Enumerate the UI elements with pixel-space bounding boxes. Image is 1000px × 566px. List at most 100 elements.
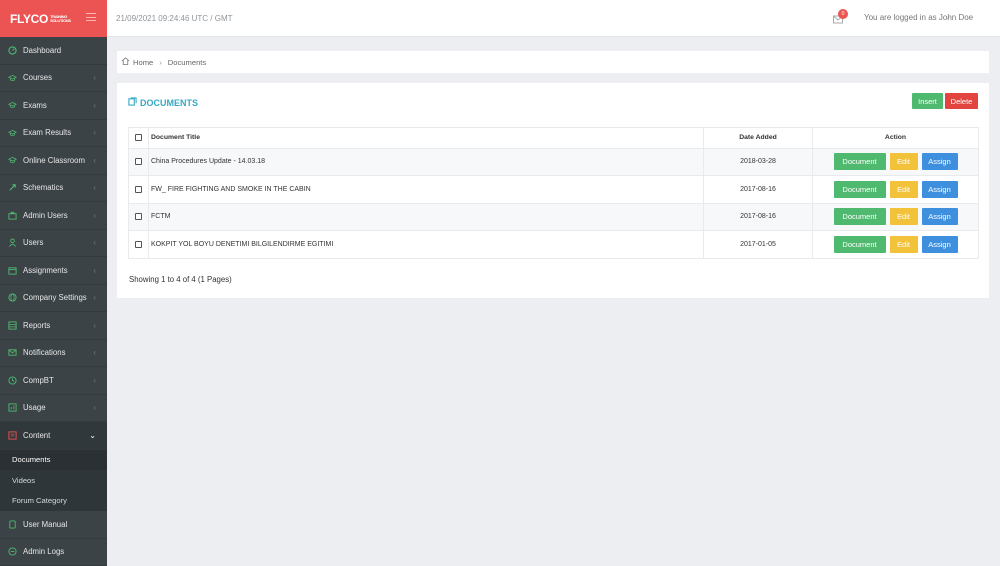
sidebar-item-user-manual[interactable]: User Manual [0,511,107,539]
sidebar-menu: Dashboard Courses ‹ Exams ‹ Exam Results… [0,37,107,450]
graduation-cap-icon [8,128,17,137]
row-checkbox-cell [128,175,149,204]
topbar: 21/09/2021 09:24:46 UTC / GMT 0 You are … [107,0,1000,37]
action-cell: Document Edit Assign [812,147,979,176]
dashboard-icon [8,46,17,55]
sidebar-item-admin-users[interactable]: Admin Users ‹ [0,202,107,230]
sidebar-item-online-classroom[interactable]: Online Classroom ‹ [0,147,107,175]
sidebar-item-admin-logs[interactable]: Admin Logs [0,539,107,566]
column-header-action: Action [812,127,979,149]
submenu-item-forum-category[interactable]: Forum Category [0,491,107,512]
document-title-cell: FCTM [148,202,704,231]
sidebar-item-label: Exam Results [23,128,72,138]
sidebar-item-label: Admin Users [23,210,68,220]
table-header-row: Document Title Date Added Action [128,127,979,149]
action-cell: Document Edit Assign [812,175,979,204]
user-menu-label[interactable]: You are logged in as John Doe [864,13,973,22]
sidebar-item-exam-results[interactable]: Exam Results ‹ [0,120,107,147]
date-added-cell: 2018-03-28 [703,147,813,176]
brand-sub-line2: SOLUTIONS [50,17,71,23]
sidebar-item-label: Assignments [23,265,68,275]
hamburger-menu-icon[interactable] [86,13,96,21]
chevron-left-icon: ‹ [93,265,96,275]
sidebar-menu-bottom: User Manual Admin Logs [0,511,107,566]
document-button[interactable]: Document [833,180,886,198]
edit-button[interactable]: Edit [889,235,918,253]
document-title-cell: KOKPIT YOL BOYU DENETIMI BILGILENDIRME E… [148,230,704,259]
sidebar-item-label: Company Settings [23,293,87,303]
assign-button[interactable]: Assign [921,235,958,253]
assign-button[interactable]: Assign [921,180,958,198]
delete-button[interactable]: Delete [945,93,978,109]
row-checkbox-cell [128,147,149,176]
chevron-down-icon: ⌄ [89,430,96,440]
chevron-left-icon: ‹ [93,128,96,138]
content-submenu: Documents Videos Forum Category [0,449,107,512]
chevron-left-icon: ‹ [93,155,96,165]
date-added-cell: 2017-08-16 [703,175,813,204]
chevron-left-icon: ‹ [93,210,96,220]
row-checkbox[interactable] [135,240,142,248]
action-cell: Document Edit Assign [812,202,979,231]
sidebar-item-label: CompBT [23,375,54,385]
edit-button[interactable]: Edit [889,208,918,226]
assign-button[interactable]: Assign [921,153,958,171]
insert-button[interactable]: Insert [912,93,943,109]
chevron-down-icon[interactable]: ⌄ [945,13,951,21]
sidebar-item-company-settings[interactable]: Company Settings ‹ [0,285,107,312]
edit-button[interactable]: Edit [889,180,918,198]
edit-button[interactable]: Edit [889,153,918,171]
row-checkbox-cell [128,230,149,259]
chevron-left-icon: ‹ [93,293,96,303]
sidebar-item-dashboard[interactable]: Dashboard [0,37,107,65]
graduation-cap-icon [8,101,17,110]
submenu-item-documents[interactable]: Documents [0,449,107,470]
date-added-cell: 2017-08-16 [703,202,813,231]
sidebar-item-schematics[interactable]: Schematics ‹ [0,175,107,202]
sidebar-item-exams[interactable]: Exams ‹ [0,92,107,120]
logs-icon [8,547,17,556]
sidebar-item-label: Online Classroom [23,155,85,165]
sidebar-item-content[interactable]: Content ⌄ [0,422,107,450]
breadcrumb-home[interactable]: Home [133,58,153,67]
chevron-left-icon: ‹ [93,375,96,385]
content-icon [8,431,17,440]
document-button[interactable]: Document [833,153,886,171]
envelope-icon [8,348,17,357]
home-icon[interactable] [121,57,130,67]
sidebar-item-compbt[interactable]: CompBT ‹ [0,367,107,395]
pagination-summary: Showing 1 to 4 of 4 (1 Pages) [129,275,232,284]
brand-logo[interactable]: FLYCO TRAINING SOLUTIONS [10,12,71,26]
sidebar-item-assignments[interactable]: Assignments ‹ [0,257,107,285]
breadcrumb-current: Documents [167,57,207,67]
sidebar-item-notifications[interactable]: Notifications ‹ [0,340,107,367]
sidebar-item-label: Reports [23,320,51,330]
sidebar-item-label: Notifications [23,348,66,358]
row-checkbox-cell [128,202,149,231]
chevron-left-icon: ‹ [93,73,96,83]
sidebar-item-usage[interactable]: Usage ‹ [0,395,107,422]
sidebar-item-reports[interactable]: Reports ‹ [0,312,107,340]
chevron-left-icon: ‹ [93,100,96,110]
select-all-checkbox[interactable] [135,134,142,142]
document-title-cell: FW_ FIRE FIGHTING AND SMOKE IN THE CABIN [148,175,704,204]
column-header-title[interactable]: Document Title [148,127,704,149]
column-header-date[interactable]: Date Added [703,127,813,149]
row-checkbox[interactable] [135,213,142,221]
select-all-cell [128,127,149,149]
assign-button[interactable]: Assign [921,208,958,226]
row-checkbox[interactable] [135,158,142,166]
submenu-item-videos[interactable]: Videos [0,470,107,491]
sidebar-item-label: User Manual [23,519,68,529]
documents-panel: DOCUMENTS Insert Delete Document Title D… [117,83,989,298]
document-button[interactable]: Document [833,235,886,253]
chevron-right-icon: › [159,57,162,67]
sidebar-item-courses[interactable]: Courses ‹ [0,65,107,92]
document-button[interactable]: Document [833,208,886,226]
row-checkbox[interactable] [135,185,142,193]
sidebar-item-users[interactable]: Users ‹ [0,230,107,257]
page-title-text: DOCUMENTS [140,97,198,108]
sidebar-item-label: Schematics [23,183,64,193]
book-icon [8,520,17,529]
brand-header: FLYCO TRAINING SOLUTIONS [0,0,107,37]
